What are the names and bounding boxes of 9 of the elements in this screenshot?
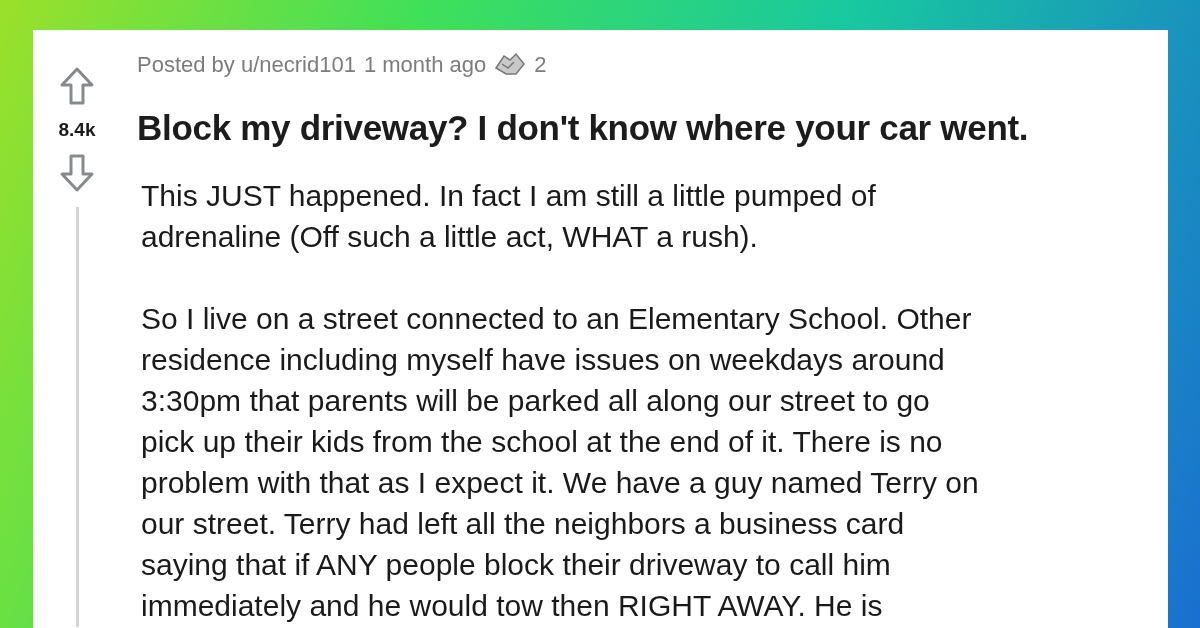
post-paragraph: This JUST happened. In fact I am still a little pumped of adrenaline (Off such a little act, WHAT a rush). bbox=[141, 177, 877, 255]
award-count: 2 bbox=[534, 50, 547, 79]
post-paragraph: So I live on a street connected to an Elementary School. Other residence including myself have issues on weekdays around 3:30pm that parents will be parked all along our street to go pick up their kids from the school at the end of it. There is no problem with that as I expect it. We have a guy named Terry on our street. Terry had left all the neighbors a business card saying that if ANY people block their driveway to call him immediately and he would tow then RIGHT AWAY. He is bbox=[141, 300, 980, 624]
post-age: 1 month ago bbox=[363, 50, 487, 79]
post-title: Block my driveway? I don't know where your car went. bbox=[137, 107, 1029, 149]
downvote-arrow-icon[interactable] bbox=[59, 152, 95, 193]
vote-count: 8.4k bbox=[58, 118, 96, 142]
upvote-arrow-icon[interactable] bbox=[59, 66, 95, 106]
post-author: Posted by u/necrid101 bbox=[137, 50, 356, 79]
